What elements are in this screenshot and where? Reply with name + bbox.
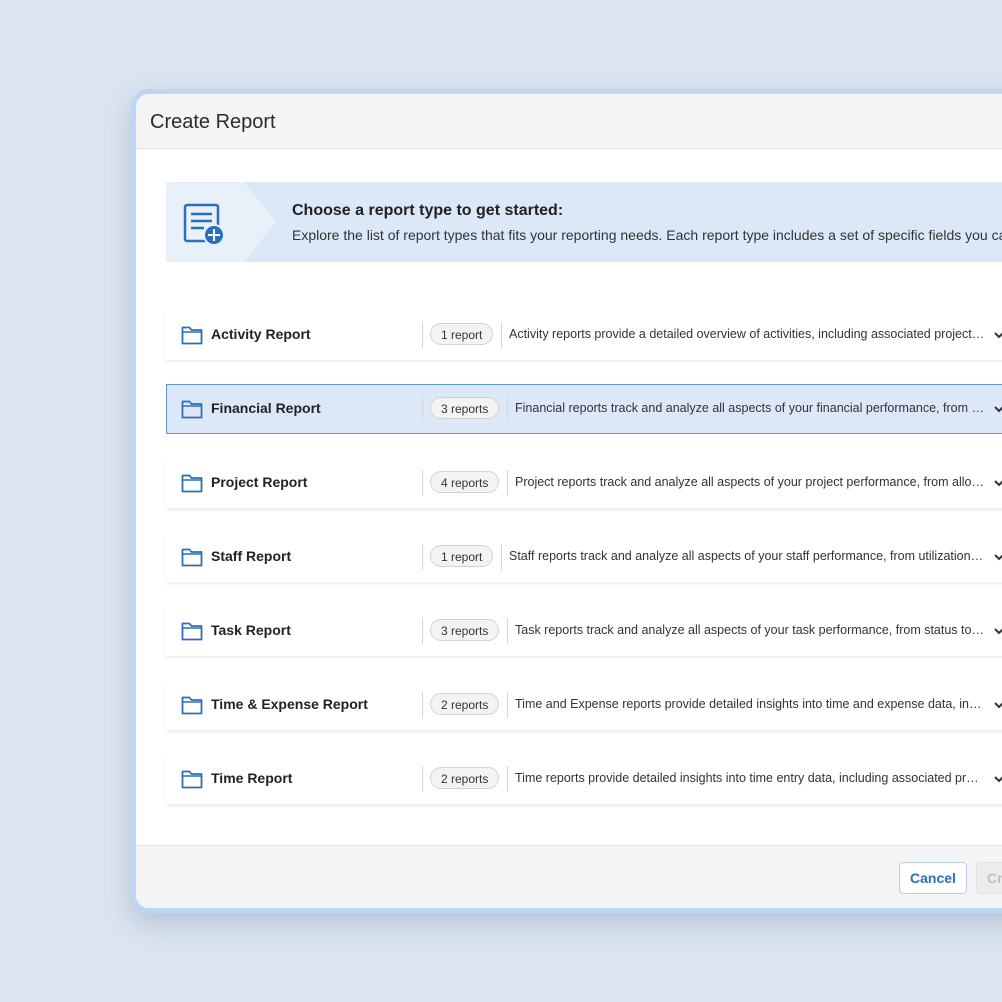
folder-icon xyxy=(181,326,203,345)
report-count-badge: 1 report xyxy=(430,323,494,345)
divider xyxy=(507,692,508,718)
report-type-description: Project reports track and analyze all as… xyxy=(515,475,985,489)
report-type-row[interactable]: Project Report 4 reports Project reports… xyxy=(166,458,1002,508)
divider xyxy=(422,766,423,792)
dialog-header: Create Report xyxy=(136,94,1002,149)
divider xyxy=(501,322,502,348)
report-type-description: Task reports track and analyze all aspec… xyxy=(515,623,985,637)
create-report-dialog: Create Report Choose a report type to ge… xyxy=(131,89,1002,913)
divider xyxy=(501,544,502,570)
report-count-badge: 2 reports xyxy=(430,767,500,789)
report-type-description: Activity reports provide a detailed over… xyxy=(509,327,985,341)
chevron-down-icon[interactable] xyxy=(993,477,1002,489)
report-count-badge: 4 reports xyxy=(430,471,500,493)
report-type-description: Staff reports track and analyze all aspe… xyxy=(509,549,985,563)
folder-icon xyxy=(181,622,203,641)
info-banner: Choose a report type to get started: Exp… xyxy=(166,182,1002,262)
folder-icon xyxy=(181,548,203,567)
folder-icon xyxy=(181,474,203,493)
report-type-description: Financial reports track and analyze all … xyxy=(515,401,985,415)
divider xyxy=(507,618,508,644)
cancel-button[interactable]: Cancel xyxy=(899,862,967,894)
divider xyxy=(422,544,423,570)
folder-icon xyxy=(181,770,203,789)
folder-icon xyxy=(181,400,203,419)
dialog-title: Create Report xyxy=(150,111,276,133)
report-type-row[interactable]: Staff Report 1 report Staff reports trac… xyxy=(166,532,1002,582)
chevron-down-icon[interactable] xyxy=(993,551,1002,563)
divider xyxy=(422,692,423,718)
report-type-description: Time reports provide detailed insights i… xyxy=(515,771,985,785)
report-count-badge: 3 reports xyxy=(430,619,500,641)
report-type-row[interactable]: Task Report 3 reports Task reports track… xyxy=(166,606,1002,656)
report-type-list: Activity Report 1 report Activity report… xyxy=(166,310,1002,828)
report-type-row[interactable]: Activity Report 1 report Activity report… xyxy=(166,310,1002,360)
report-type-name: Time Report xyxy=(211,770,293,786)
dialog-footer: Cancel Cr xyxy=(136,845,1002,908)
divider xyxy=(422,470,423,496)
chevron-down-icon[interactable] xyxy=(993,625,1002,637)
report-type-name: Financial Report xyxy=(211,400,321,416)
divider xyxy=(507,766,508,792)
report-count-badge: 1 report xyxy=(430,545,494,567)
report-type-description: Time and Expense reports provide detaile… xyxy=(515,697,985,711)
banner-heading: Choose a report type to get started: xyxy=(292,202,564,219)
create-button[interactable]: Cr xyxy=(976,862,1002,894)
folder-icon xyxy=(181,696,203,715)
report-count-badge: 2 reports xyxy=(430,693,500,715)
report-type-row[interactable]: Time & Expense Report 2 reports Time and… xyxy=(166,680,1002,730)
divider xyxy=(507,396,508,422)
report-type-name: Staff Report xyxy=(211,548,292,564)
report-count-badge: 3 reports xyxy=(430,397,500,419)
divider xyxy=(422,618,423,644)
chevron-down-icon[interactable] xyxy=(993,773,1002,785)
divider xyxy=(422,396,423,422)
report-type-row[interactable]: Financial Report 3 reports Financial rep… xyxy=(166,384,1002,434)
report-type-name: Activity Report xyxy=(211,326,311,342)
report-type-name: Task Report xyxy=(211,622,291,638)
banner-description: Explore the list of report types that fi… xyxy=(292,227,1002,243)
chevron-down-icon[interactable] xyxy=(993,329,1002,341)
report-add-icon xyxy=(166,182,276,262)
report-type-row[interactable]: Time Report 2 reports Time reports provi… xyxy=(166,754,1002,804)
divider xyxy=(422,322,423,348)
report-type-name: Time & Expense Report xyxy=(211,696,368,712)
chevron-down-icon[interactable] xyxy=(993,699,1002,711)
chevron-down-icon[interactable] xyxy=(993,403,1002,415)
report-type-name: Project Report xyxy=(211,474,308,490)
divider xyxy=(507,470,508,496)
